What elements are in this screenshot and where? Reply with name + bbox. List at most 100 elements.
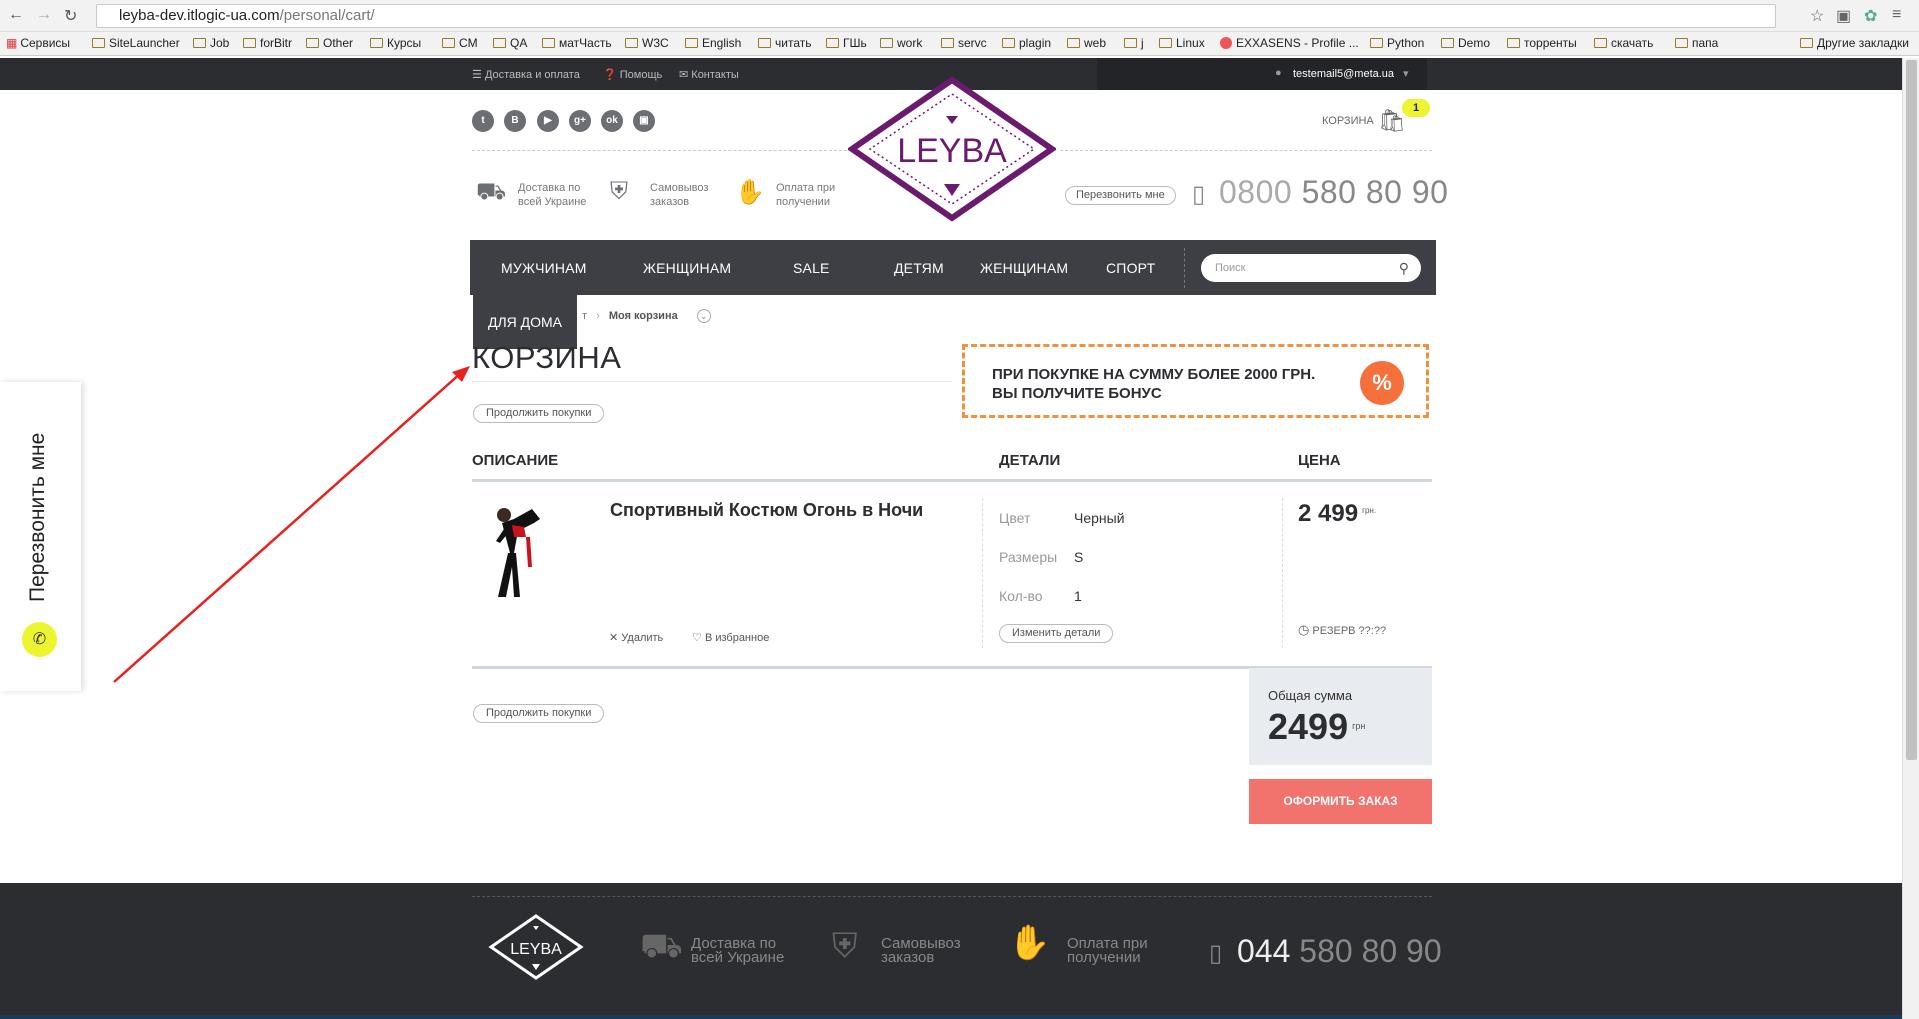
folder-icon: [1800, 38, 1813, 48]
bookmark-item[interactable]: EXXASENS - Profile ...: [1220, 36, 1359, 50]
percent-badge-icon: %: [1360, 361, 1404, 405]
back-icon[interactable]: ←: [8, 6, 24, 24]
nav-item-men[interactable]: МУЖЧИНАМ: [501, 260, 587, 276]
bookmark-item[interactable]: forBitr: [243, 36, 292, 50]
bookmark-item[interactable]: Other: [306, 36, 353, 50]
apps-icon: ▦: [6, 36, 18, 50]
size-value: S: [1074, 549, 1084, 565]
delivery-link[interactable]: ☰ Доставка и оплата: [472, 68, 580, 81]
footer-logo[interactable]: LEYBA: [488, 913, 584, 981]
bookmark-label: читать: [775, 36, 812, 50]
bookmark-item[interactable]: Demo: [1441, 36, 1490, 50]
footer-divider: [472, 896, 1432, 897]
forward-icon[interactable]: →: [36, 6, 52, 24]
remove-button[interactable]: ✕ Удалить: [609, 631, 663, 644]
product-image[interactable]: [484, 497, 548, 603]
callback-button[interactable]: Перезвонить мне: [1065, 186, 1176, 205]
bookmark-item[interactable]: QA: [493, 36, 527, 50]
checkout-button[interactable]: ОФОРМИТЬ ЗАКАЗ: [1249, 779, 1432, 824]
star-icon[interactable]: ☆: [1810, 6, 1824, 26]
bookmark-item[interactable]: матЧасть: [542, 36, 612, 50]
folder-icon: [685, 38, 698, 48]
footer-phone[interactable]: 044 580 80 90: [1237, 933, 1442, 970]
svg-text:LEYBA: LEYBA: [510, 941, 562, 958]
address-bar[interactable]: leyba-dev.itlogic-ua.com/personal/cart/: [96, 4, 1776, 28]
bookmark-item[interactable]: W3C: [625, 36, 669, 50]
site-logo[interactable]: LEYBA: [846, 76, 1058, 222]
bookmark-item[interactable]: j: [1124, 36, 1144, 50]
close-icon: ✕: [609, 632, 619, 644]
bookmark-item[interactable]: торренты: [1507, 36, 1577, 50]
feature-line: Самовывоз: [650, 182, 709, 194]
bookmark-item[interactable]: Job: [193, 36, 229, 50]
scrollbar-thumb[interactable]: [1906, 60, 1917, 760]
extension-icon[interactable]: ✿: [1864, 6, 1877, 26]
vk-icon[interactable]: B: [504, 110, 526, 132]
add-to-favorites-button[interactable]: ♡ В избранное: [692, 631, 769, 644]
continue-shopping-top-button[interactable]: Продолжить покупки: [473, 404, 605, 423]
footer-feature-delivery: Доставка по всей Украине: [691, 936, 784, 965]
nav-item-women-2[interactable]: ЖЕНЩИНАМ: [980, 260, 1068, 276]
cast-icon[interactable]: ▣: [1836, 6, 1851, 26]
search-icon[interactable]: ⚲: [1399, 254, 1409, 282]
bookmark-item[interactable]: Другие закладки: [1800, 36, 1909, 50]
shopping-bag-icon[interactable]: 🛍: [1378, 108, 1406, 134]
breadcrumb-prev[interactable]: т: [582, 310, 587, 322]
edit-details-button[interactable]: Изменить детали: [999, 624, 1114, 643]
contacts-link[interactable]: ✉ Контакты: [679, 68, 739, 81]
bookmark-label: EXXASENS - Profile ...: [1236, 36, 1359, 50]
bookmark-item[interactable]: servc: [941, 36, 987, 50]
heart-icon: ♡: [692, 632, 702, 644]
odnoklassniki-icon[interactable]: ok: [601, 110, 623, 132]
bookmark-label: servc: [958, 36, 987, 50]
chevron-down-icon[interactable]: ⌄: [696, 309, 711, 323]
bookmark-item[interactable]: ▦ Сервисы: [6, 36, 70, 50]
nav-item-kids[interactable]: ДЕТЯМ: [894, 260, 944, 276]
bookmark-item[interactable]: скачать: [1594, 36, 1653, 50]
google-plus-icon[interactable]: g+: [569, 110, 591, 132]
bookmark-label: work: [897, 36, 923, 50]
product-name[interactable]: Спортивный Костюм Огонь в Ночи: [610, 500, 923, 521]
bookmark-item[interactable]: Python: [1370, 36, 1424, 50]
footer-feature-payment: Оплата при получении: [1067, 936, 1148, 965]
cart-link[interactable]: КОРЗИНА: [1322, 115, 1374, 127]
favorite-label: В избранное: [704, 632, 770, 644]
continue-shopping-bottom-button[interactable]: Продолжить покупки: [473, 704, 605, 723]
user-menu[interactable]: ● testemail5@meta.ua ▾: [1097, 58, 1427, 90]
reload-icon[interactable]: ↻: [64, 6, 77, 26]
bookmark-item[interactable]: SiteLauncher: [92, 36, 180, 50]
folder-icon: [1594, 38, 1607, 48]
truck-icon: ⛟: [476, 178, 507, 205]
nav-item-women[interactable]: ЖЕНЩИНАМ: [643, 260, 731, 276]
title-underline: [472, 381, 952, 382]
color-value: Черный: [1074, 510, 1125, 526]
search-input[interactable]: Поиск ⚲: [1201, 254, 1421, 282]
cash-hand-icon: ✋: [735, 179, 765, 206]
menu-icon[interactable]: ≡: [1892, 6, 1901, 24]
bookmark-item[interactable]: English: [685, 36, 741, 50]
youtube-icon[interactable]: ▶: [537, 110, 559, 132]
phone-prefix: 0800: [1219, 174, 1293, 210]
nav-item-sale[interactable]: SALE: [793, 260, 830, 276]
page-scrollbar[interactable]: [1902, 58, 1919, 1019]
feature-line: Оплата при: [776, 182, 836, 194]
side-callback-widget[interactable]: Перезвонить мне ✆: [0, 382, 81, 691]
bookmark-item[interactable]: CM: [442, 36, 478, 50]
help-link[interactable]: ❓ Помощь: [603, 68, 662, 81]
bookmark-item[interactable]: ГШь: [826, 36, 867, 50]
bookmark-item[interactable]: папа: [1675, 36, 1718, 50]
twitter-icon[interactable]: t: [472, 110, 494, 132]
bookmark-item[interactable]: читать: [758, 36, 811, 50]
bookmark-item[interactable]: work: [880, 36, 922, 50]
bookmark-item[interactable]: Курсы: [370, 36, 421, 50]
nav-item-sport[interactable]: СПОРТ: [1106, 260, 1155, 276]
browser-toolbar: ← → ↻ leyba-dev.itlogic-ua.com/personal/…: [0, 0, 1919, 32]
instagram-icon[interactable]: ▣: [633, 110, 655, 132]
cart-icon: ⛨: [832, 927, 858, 965]
feature-line: всей Украине: [518, 196, 587, 208]
bookmark-item[interactable]: plagin: [1002, 36, 1051, 50]
bookmark-item[interactable]: Linux: [1159, 36, 1205, 50]
header-phone[interactable]: 0800 580 80 90: [1219, 174, 1448, 211]
folder-icon: [542, 38, 555, 48]
bookmark-item[interactable]: web: [1067, 36, 1106, 50]
